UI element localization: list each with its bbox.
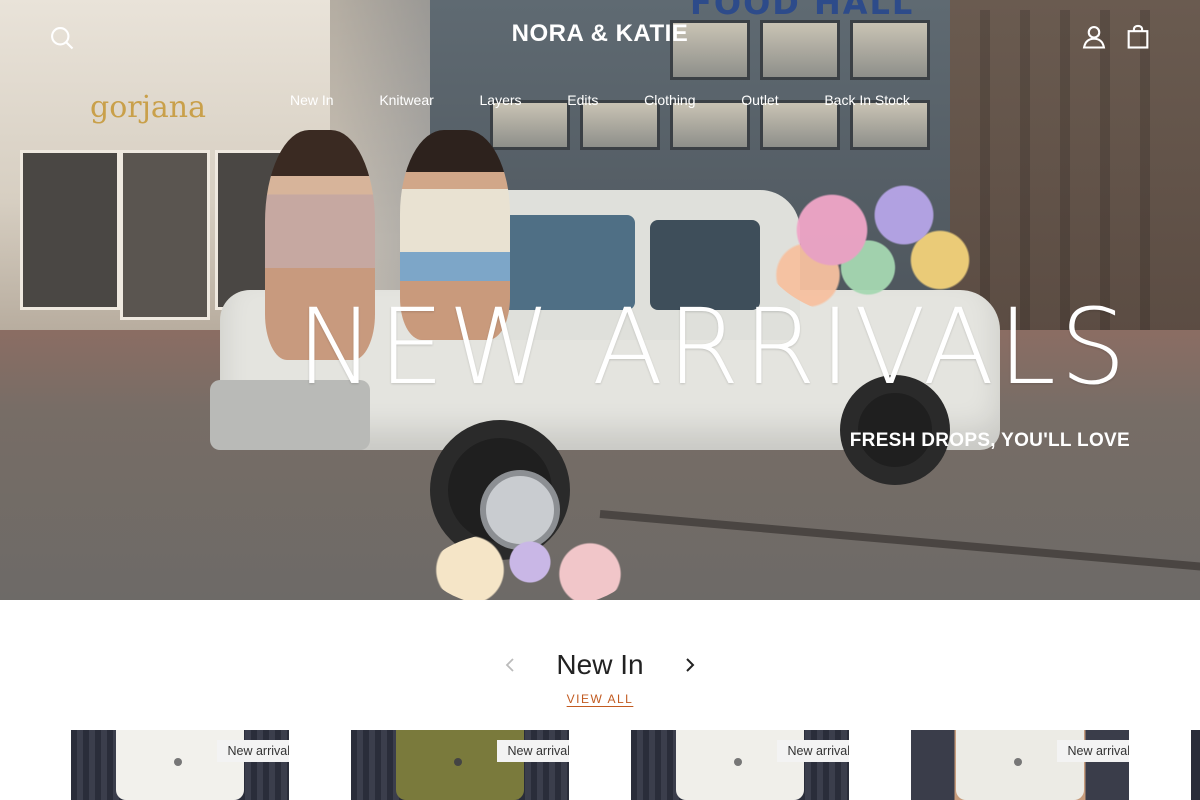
carousel-next-icon[interactable]	[680, 655, 700, 675]
nav-item-outlet[interactable]: Outlet	[731, 92, 788, 114]
hero-title: NEW ARRIVALS	[296, 286, 1130, 408]
nav-item-back-in-stock[interactable]: Back In Stock	[814, 92, 920, 114]
product-card[interactable]: New arrival	[911, 730, 1129, 800]
user-icon[interactable]	[1080, 23, 1108, 51]
new-arrival-badge: New arrival	[777, 740, 849, 762]
search-icon[interactable]	[48, 24, 76, 52]
main-nav: New In Knitwear Layers Edits Clothing Ou…	[280, 92, 920, 114]
nav-item-knitwear[interactable]: Knitwear	[369, 92, 443, 114]
bag-icon[interactable]	[1124, 23, 1152, 51]
nav-item-edits[interactable]: Edits	[557, 92, 608, 114]
new-arrival-badge: New arrival	[1057, 740, 1129, 762]
nav-item-new-in[interactable]: New In	[280, 92, 344, 114]
product-card[interactable]: New arrival	[631, 730, 849, 800]
product-card[interactable]: New arrival	[351, 730, 569, 800]
hero-subtitle: FRESH DROPS, YOU'LL LOVE	[849, 430, 1130, 451]
view-all-link[interactable]: VIEW ALL	[540, 692, 660, 706]
new-arrival-badge: New arrival	[217, 740, 289, 762]
nav-item-clothing[interactable]: Clothing	[634, 92, 705, 114]
flower-bouquet-ground	[430, 530, 630, 600]
site-logo[interactable]: NORA & KATIE	[450, 20, 750, 48]
product-card-partial[interactable]	[1191, 730, 1200, 800]
section-title: New In	[556, 649, 644, 680]
nav-item-layers[interactable]: Layers	[470, 92, 532, 114]
new-in-header: New In	[0, 645, 1200, 685]
site-header: NORA & KATIE New In Knitwear Layers Edit…	[0, 0, 1200, 130]
new-arrival-badge: New arrival	[497, 740, 569, 762]
product-card[interactable]: New arrival	[71, 730, 289, 800]
